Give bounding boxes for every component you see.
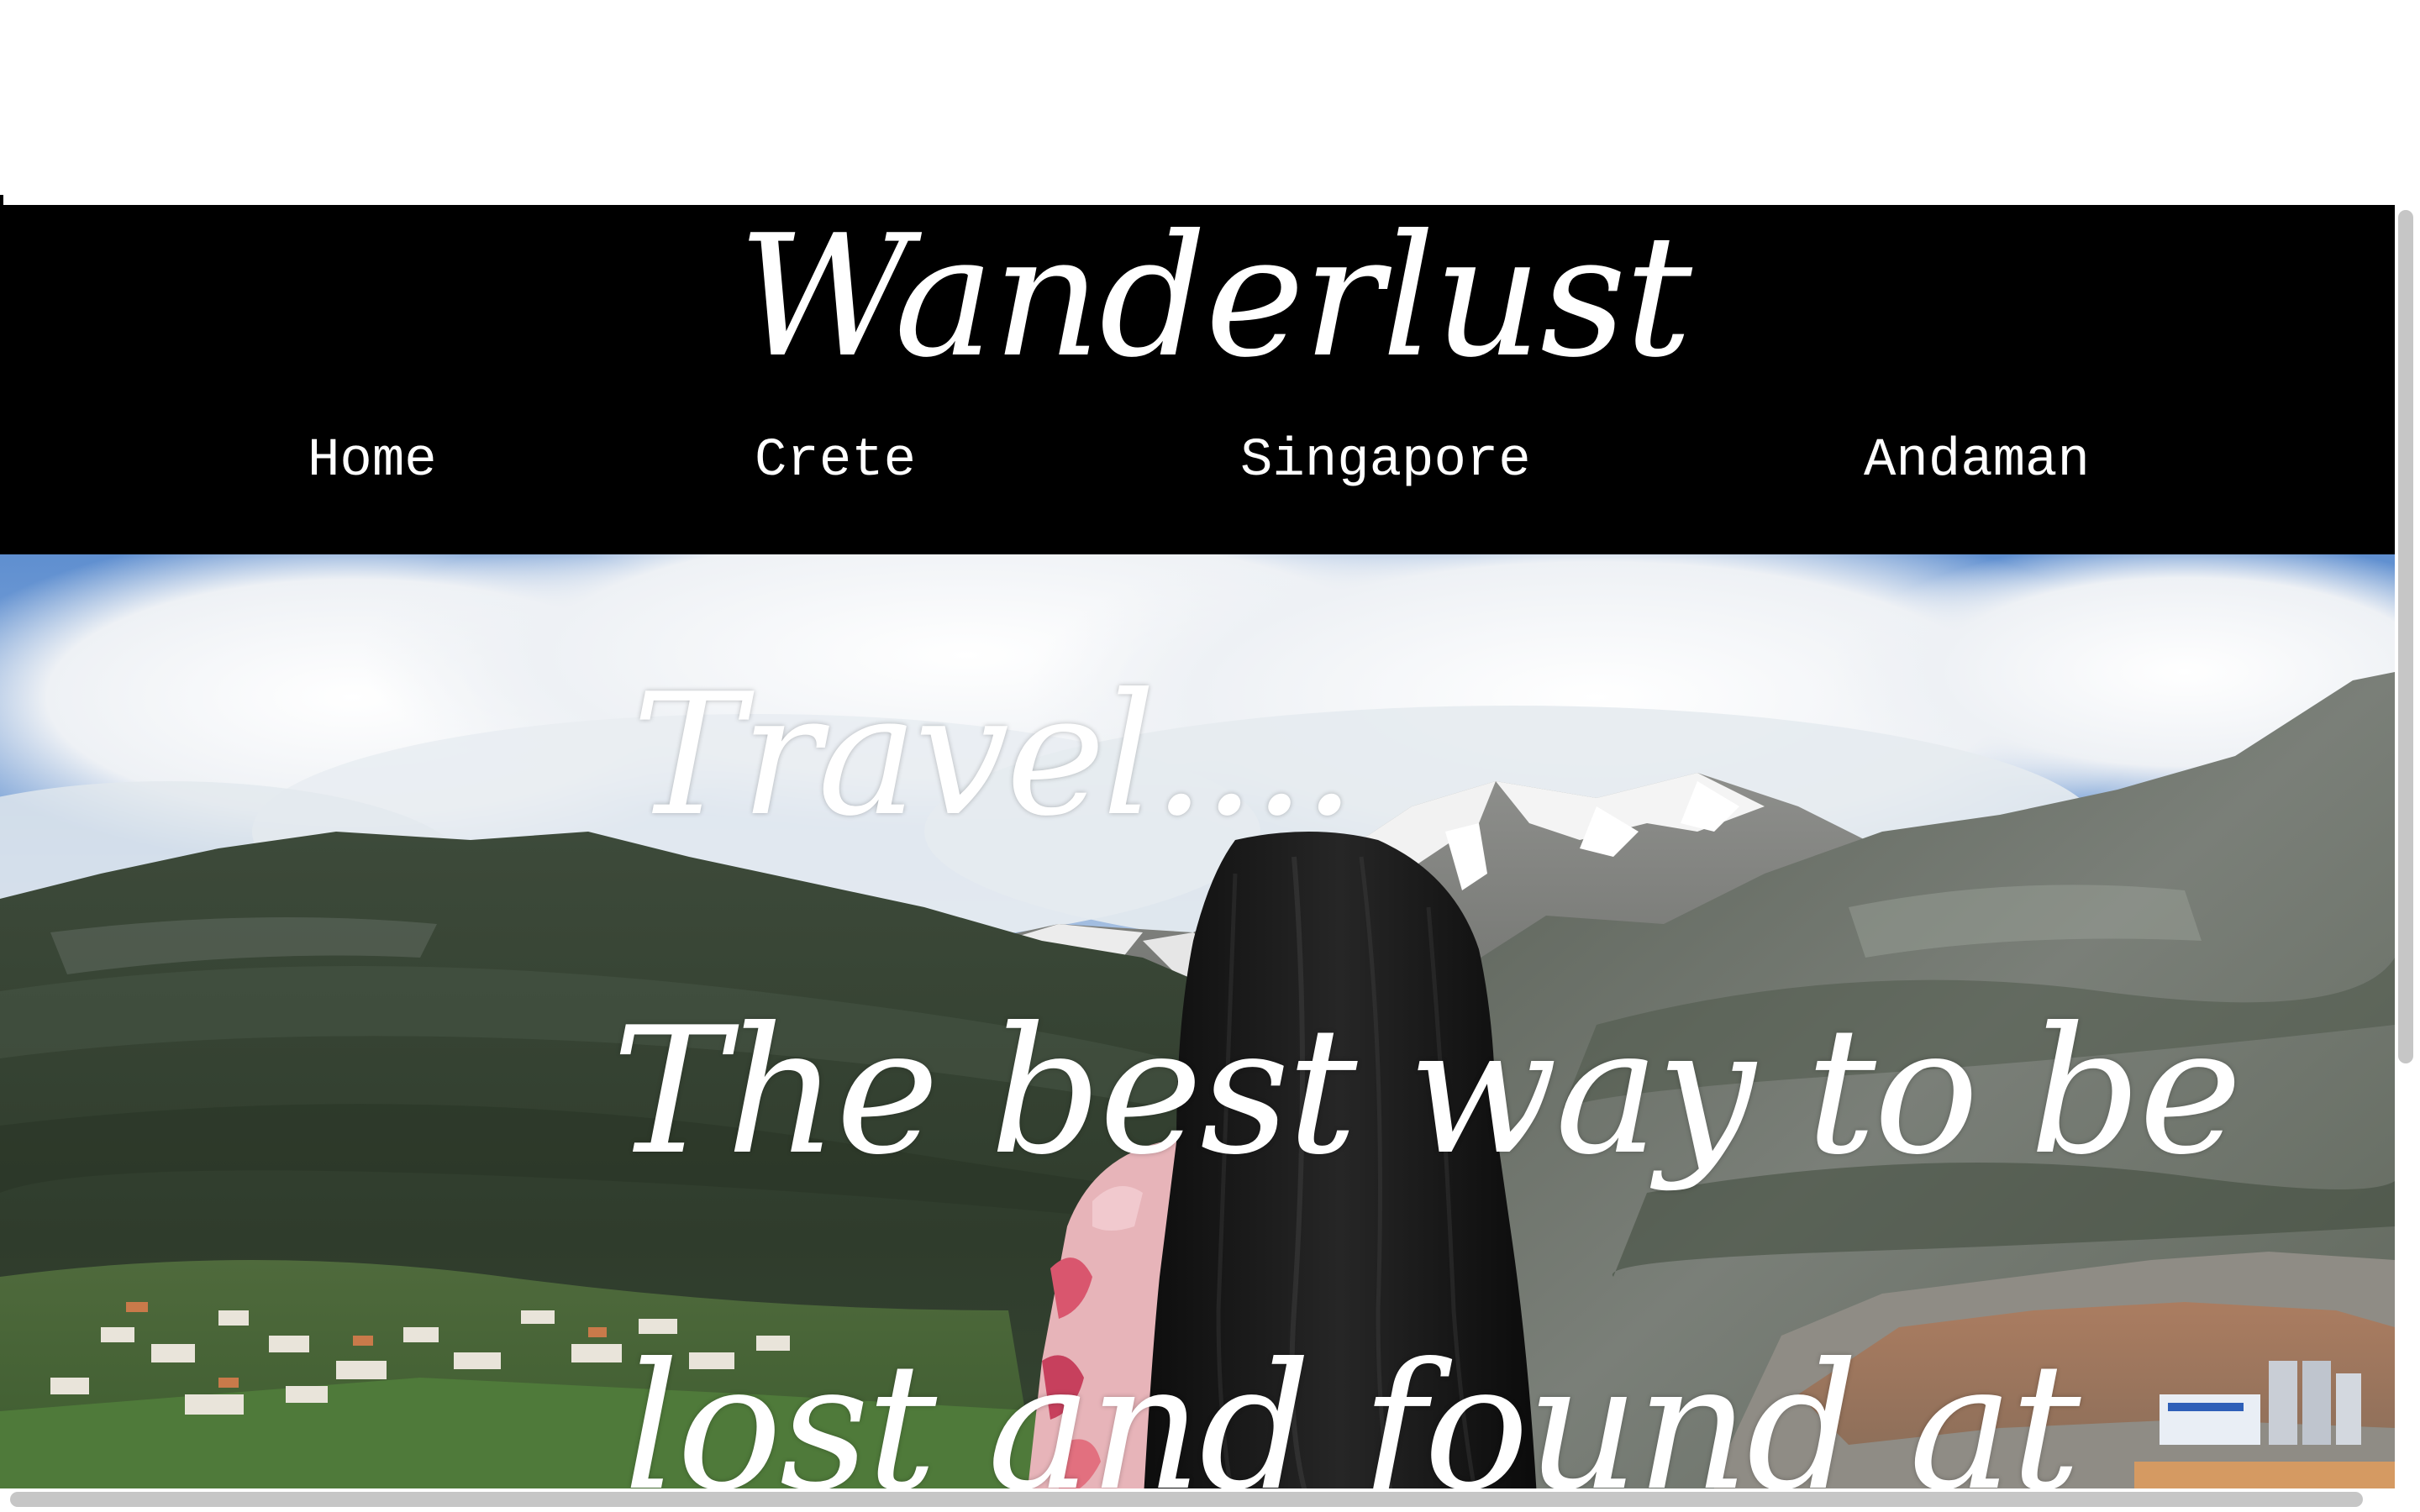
nav-link-andaman[interactable]: Andaman xyxy=(1864,432,2090,491)
horizontal-scrollbar[interactable] xyxy=(0,1488,2395,1512)
site-header: Wanderlust Home Crete Singapore Andaman xyxy=(0,205,2395,554)
site-title: Wanderlust xyxy=(737,199,1692,395)
top-whitespace xyxy=(0,0,2420,203)
hero-kicker: Travel.... xyxy=(632,658,1356,853)
hero-quote-line-1: The best way to be xyxy=(612,990,2242,1194)
browser-viewport: Wanderlust Home Crete Singapore Andaman xyxy=(0,0,2420,1512)
nav-link-singapore[interactable]: Singapore xyxy=(1240,432,1531,491)
nav-link-crete[interactable]: Crete xyxy=(755,432,916,491)
hero-section: Travel.... The best way to be lost and f… xyxy=(0,554,2395,1512)
horizontal-scroll-thumb[interactable] xyxy=(10,1492,2363,1507)
hero-quote-line-2: lost and found at xyxy=(623,1326,2081,1512)
nav-link-home[interactable]: Home xyxy=(308,432,437,491)
vertical-scroll-thumb[interactable] xyxy=(2398,210,2413,1063)
main-nav: Home Crete Singapore Andaman xyxy=(0,432,2395,491)
vertical-scrollbar[interactable] xyxy=(2395,205,2420,1512)
